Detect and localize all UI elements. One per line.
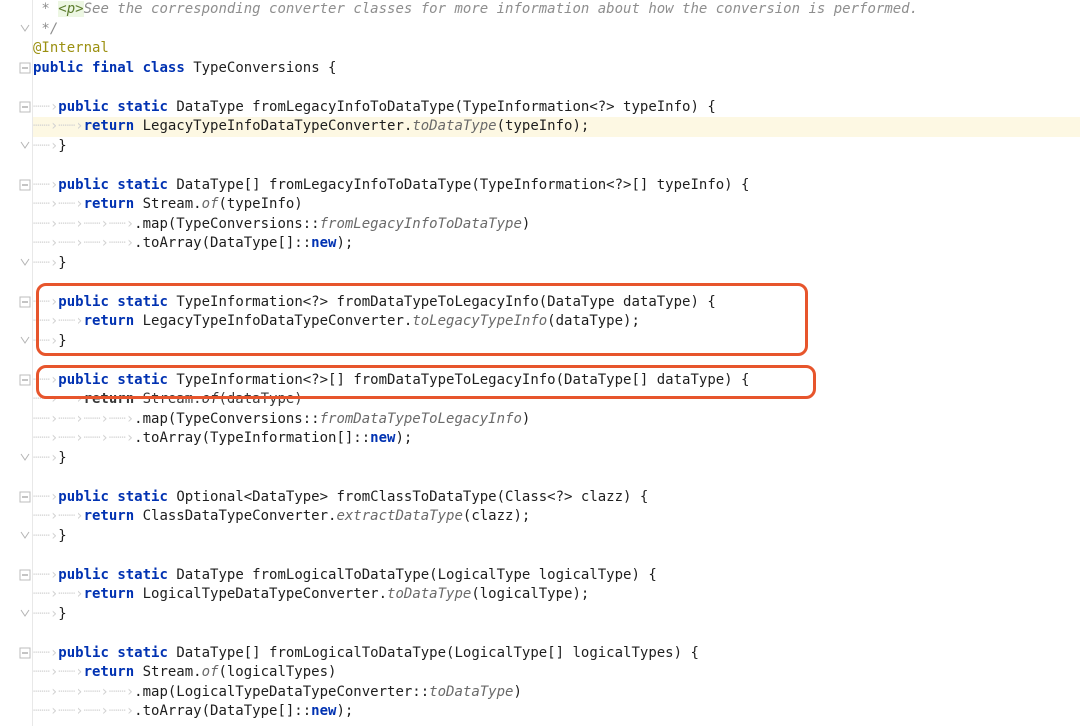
code-editor[interactable]: * <p>See the corresponding converter cla… bbox=[0, 0, 1080, 726]
code-line[interactable]: ┈┈›┈┈›┈┈›┈┈›.toArray(DataType[]::new); bbox=[33, 702, 1080, 722]
code-line[interactable]: */ bbox=[33, 20, 1080, 40]
code-line[interactable]: @Internal bbox=[33, 39, 1080, 59]
code-line[interactable]: ┈┈›public static TypeInformation<?> from… bbox=[33, 293, 1080, 313]
fold-end-icon[interactable] bbox=[0, 449, 33, 469]
code-line[interactable]: ┈┈›public static Optional<DataType> from… bbox=[33, 488, 1080, 508]
fold-end-icon[interactable] bbox=[0, 20, 33, 40]
fold-end-icon[interactable] bbox=[0, 254, 33, 274]
code-line[interactable]: ┈┈›} bbox=[33, 137, 1080, 157]
code-line[interactable]: ┈┈›public static DataType fromLogicalToD… bbox=[33, 566, 1080, 586]
code-line[interactable]: ┈┈›┈┈›return LegacyTypeInfoDataTypeConve… bbox=[33, 117, 1080, 137]
code-line[interactable]: ┈┈›public static DataType[] fromLogicalT… bbox=[33, 644, 1080, 664]
code-line[interactable]: ┈┈›┈┈›┈┈›┈┈›.toArray(DataType[]::new); bbox=[33, 234, 1080, 254]
code-line[interactable]: ┈┈›┈┈›return Stream.of(typeInfo) bbox=[33, 195, 1080, 215]
fold-start-icon[interactable] bbox=[0, 644, 33, 664]
code-line[interactable] bbox=[33, 78, 1080, 98]
fold-start-icon[interactable] bbox=[0, 488, 33, 508]
code-line[interactable]: ┈┈›} bbox=[33, 254, 1080, 274]
code-line[interactable] bbox=[33, 624, 1080, 644]
code-line[interactable]: public final class TypeConversions { bbox=[33, 59, 1080, 79]
code-line[interactable]: ┈┈›public static DataType fromLegacyInfo… bbox=[33, 98, 1080, 118]
fold-start-icon[interactable] bbox=[0, 98, 33, 118]
code-line[interactable]: ┈┈›┈┈›┈┈›┈┈›.map(TypeConversions::fromDa… bbox=[33, 410, 1080, 430]
code-line[interactable]: ┈┈›} bbox=[33, 332, 1080, 352]
code-line[interactable]: ┈┈›┈┈›return LegacyTypeInfoDataTypeConve… bbox=[33, 312, 1080, 332]
code-line[interactable]: ┈┈›public static TypeInformation<?>[] fr… bbox=[33, 371, 1080, 391]
fold-start-icon[interactable] bbox=[0, 293, 33, 313]
code-line[interactable]: ┈┈›┈┈›return Stream.of(logicalTypes) bbox=[33, 663, 1080, 683]
fold-end-icon[interactable] bbox=[0, 332, 33, 352]
code-line[interactable]: ┈┈›} bbox=[33, 527, 1080, 547]
code-line[interactable] bbox=[33, 273, 1080, 293]
fold-start-icon[interactable] bbox=[0, 59, 33, 79]
fold-start-icon[interactable] bbox=[0, 176, 33, 196]
code-line[interactable]: ┈┈›} bbox=[33, 449, 1080, 469]
code-line[interactable]: ┈┈›┈┈›┈┈›┈┈›.map(LogicalTypeDataTypeConv… bbox=[33, 683, 1080, 703]
code-line[interactable] bbox=[33, 156, 1080, 176]
code-line[interactable] bbox=[33, 546, 1080, 566]
fold-end-icon[interactable] bbox=[0, 137, 33, 157]
fold-end-icon[interactable] bbox=[0, 527, 33, 547]
gutter bbox=[0, 0, 33, 726]
fold-start-icon[interactable] bbox=[0, 566, 33, 586]
code-line[interactable] bbox=[33, 351, 1080, 371]
code-line[interactable]: ┈┈›┈┈›return Stream.of(dataType) bbox=[33, 390, 1080, 410]
code-area[interactable]: * <p>See the corresponding converter cla… bbox=[33, 0, 1080, 726]
code-line[interactable]: ┈┈›┈┈›return LogicalTypeDataTypeConverte… bbox=[33, 585, 1080, 605]
code-line[interactable]: ┈┈›} bbox=[33, 605, 1080, 625]
code-line[interactable]: ┈┈›┈┈›┈┈›┈┈›.toArray(TypeInformation[]::… bbox=[33, 429, 1080, 449]
fold-start-icon[interactable] bbox=[0, 371, 33, 391]
fold-end-icon[interactable] bbox=[0, 605, 33, 625]
code-line[interactable]: ┈┈›┈┈›return ClassDataTypeConverter.extr… bbox=[33, 507, 1080, 527]
code-line[interactable]: ┈┈›public static DataType[] fromLegacyIn… bbox=[33, 176, 1080, 196]
code-line[interactable]: * <p>See the corresponding converter cla… bbox=[33, 0, 1080, 20]
code-line[interactable] bbox=[33, 468, 1080, 488]
code-line[interactable]: ┈┈›┈┈›┈┈›┈┈›.map(TypeConversions::fromLe… bbox=[33, 215, 1080, 235]
